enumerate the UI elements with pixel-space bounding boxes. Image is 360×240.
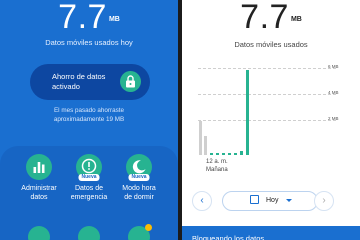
grid-label: 4 MB bbox=[328, 90, 339, 95]
footer-banner[interactable]: Bloqueando los datos bbox=[182, 226, 360, 240]
date-picker-value: Hoy bbox=[266, 197, 279, 204]
notification-dot bbox=[145, 224, 152, 231]
usage-bar bbox=[210, 153, 213, 155]
time-axis-label: 12 a. m. Mañana bbox=[206, 159, 228, 173]
grid-label: 6 MB bbox=[328, 64, 339, 69]
usage-total: 7.7 MB bbox=[182, 0, 360, 39]
usage-bar bbox=[199, 121, 202, 155]
usage-value: 7.7 bbox=[58, 0, 107, 36]
gridline bbox=[198, 120, 336, 121]
bar-chart-icon bbox=[26, 154, 52, 180]
usage-caption: Datos móviles usados bbox=[234, 40, 308, 49]
new-badge: Nueva bbox=[78, 174, 100, 181]
shortcut-icon[interactable] bbox=[128, 224, 152, 240]
emergency-data-button[interactable]: Nueva Datos de emergencia bbox=[63, 154, 115, 202]
usage-bar bbox=[240, 151, 243, 155]
usage-bar bbox=[204, 136, 207, 155]
savings-summary: El mes pasado ahorraste aproximadamente … bbox=[53, 107, 125, 123]
bedtime-mode-button[interactable]: Nueva Modo hora de dormir bbox=[113, 154, 165, 202]
lock-icon bbox=[120, 71, 141, 92]
usage-unit: MB bbox=[290, 16, 302, 23]
usage-caption: Datos móviles usados hoy bbox=[45, 38, 133, 47]
manage-data-button[interactable]: Administrar datos bbox=[13, 154, 65, 202]
emergency-data-icon: Nueva bbox=[76, 154, 102, 181]
emergency-data-label: Datos de emergencia bbox=[70, 185, 108, 201]
usage-total: 7.7 MB bbox=[0, 0, 178, 39]
usage-unit: MB bbox=[108, 16, 120, 23]
data-usage-home-panel: 7.7 MB Datos móviles usados hoy Ahorro de… bbox=[0, 0, 178, 240]
gridline bbox=[198, 94, 336, 95]
usage-bar bbox=[228, 153, 231, 155]
data-usage-detail-panel: 7.7 MB Datos móviles usados 6 MB 4 MB 2 M… bbox=[182, 0, 360, 240]
grid-label: 2 MB bbox=[328, 116, 339, 121]
bedtime-mode-label: Modo hora de dormir bbox=[122, 185, 156, 201]
moon-icon: Nueva bbox=[126, 154, 152, 181]
chevron-down-icon bbox=[286, 199, 292, 202]
previous-day-button[interactable]: ‹ bbox=[192, 191, 212, 211]
usage-bar bbox=[246, 70, 249, 155]
calendar-icon bbox=[250, 195, 259, 204]
gridline bbox=[198, 68, 336, 69]
usage-bar bbox=[222, 153, 225, 155]
next-day-button[interactable]: › bbox=[314, 191, 334, 211]
data-saver-label: Ahorro de datos activado bbox=[52, 72, 106, 91]
manage-data-label: Administrar datos bbox=[21, 185, 57, 201]
usage-bar bbox=[234, 153, 237, 155]
usage-bar bbox=[216, 153, 219, 155]
new-badge: Nueva bbox=[128, 174, 150, 181]
usage-value: 7.7 bbox=[240, 0, 289, 36]
